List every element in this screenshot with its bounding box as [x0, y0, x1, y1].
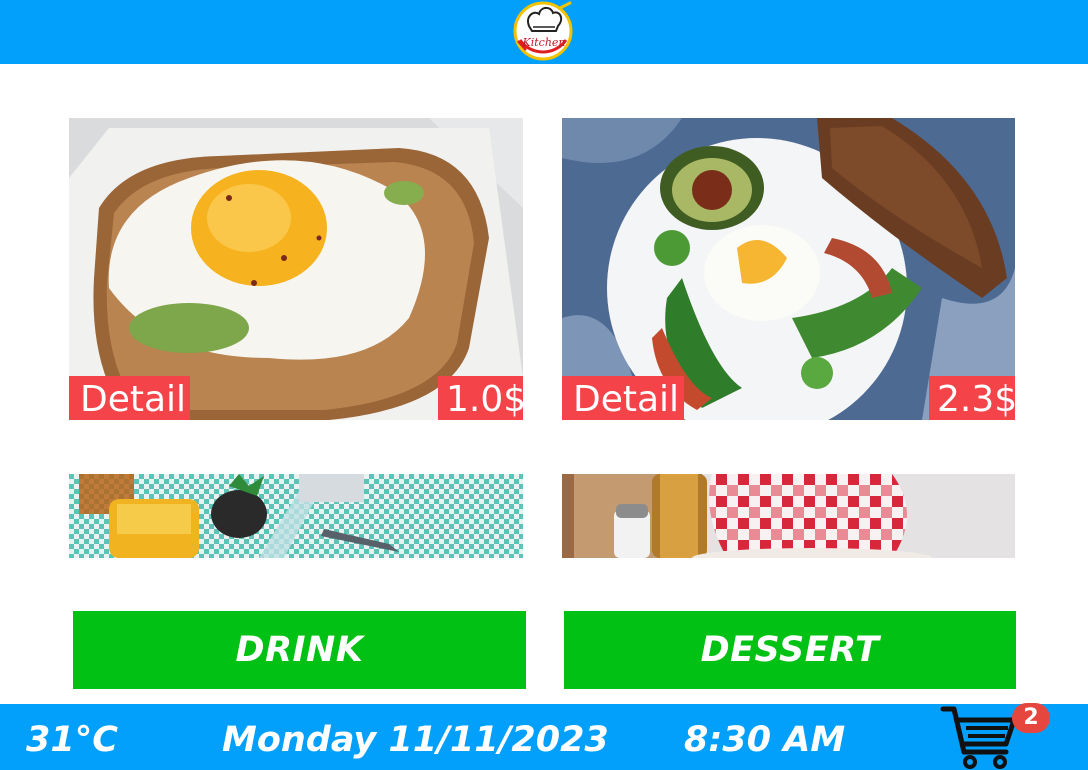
menu-card-2[interactable]: Detail 2.3$: [562, 118, 1015, 420]
shopping-cart-icon[interactable]: [940, 706, 1020, 770]
top-bar: Kitchen: [0, 0, 1088, 64]
time-readout: 8:30 AM: [684, 720, 846, 760]
menu-card-3[interactable]: [69, 474, 523, 558]
date-readout: Monday 11/11/2023: [222, 720, 609, 760]
menu-card-1[interactable]: Detail 1.0$: [69, 118, 523, 420]
fried-egg-toast-image: [69, 118, 523, 420]
price-label: 1.0$: [438, 376, 523, 420]
menu-card-4[interactable]: [562, 474, 1015, 558]
cart-count-badge: 2: [1012, 703, 1050, 733]
detail-button[interactable]: Detail: [69, 376, 190, 420]
temperature-readout: 31°C: [26, 720, 118, 760]
picnic-table-image: [562, 474, 1015, 558]
drink-button[interactable]: DRINK: [73, 611, 526, 689]
orange-juice-image: [69, 474, 523, 558]
dessert-button[interactable]: DESSERT: [564, 611, 1016, 689]
status-bar: 31°C Monday 11/11/2023 8:30 AM: [0, 704, 1088, 770]
detail-button[interactable]: Detail: [562, 376, 684, 420]
kitchen-logo: Kitchen: [513, 1, 573, 61]
poached-egg-salad-image: [562, 118, 1015, 420]
logo-text: Kitchen: [522, 36, 566, 49]
price-label: 2.3$: [929, 376, 1015, 420]
